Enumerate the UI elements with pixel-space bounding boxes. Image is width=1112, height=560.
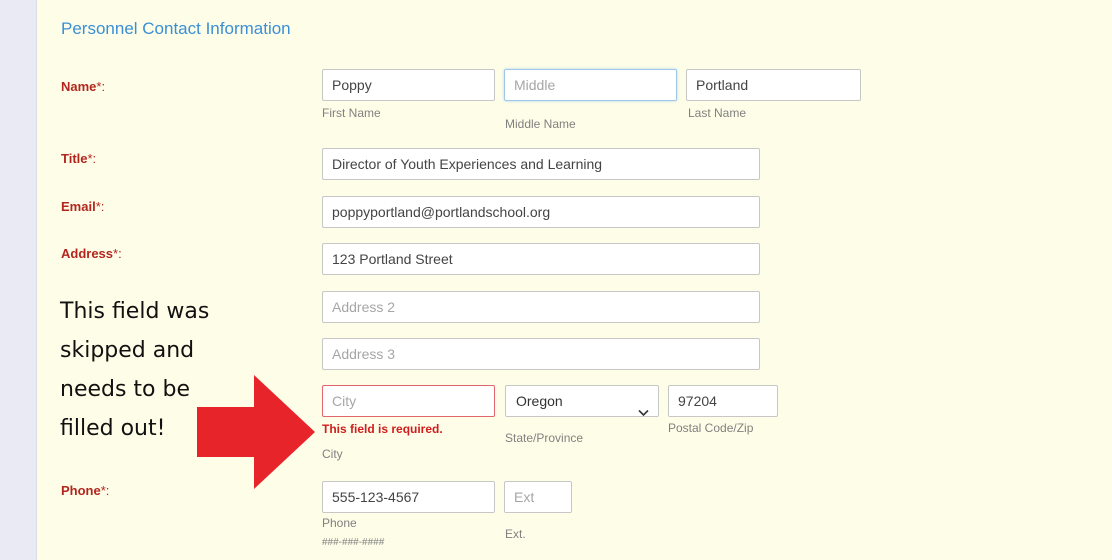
phone-ext-input[interactable] <box>504 481 572 513</box>
phone-label: Phone*: <box>61 483 110 498</box>
state-caption: State/Province <box>505 431 584 445</box>
section-title: Personnel Contact Information <box>61 19 291 38</box>
first-name-input[interactable] <box>322 69 495 101</box>
state-select[interactable]: Oregon <box>505 385 659 417</box>
last-name-input[interactable] <box>686 69 861 101</box>
phone-format-hint: ###-###-#### <box>322 537 385 548</box>
middle-name-input[interactable] <box>504 69 677 101</box>
name-label: Name*: <box>61 79 106 94</box>
phone-caption: Phone <box>322 516 357 530</box>
chevron-down-icon <box>638 397 649 427</box>
address-line1-input[interactable] <box>322 243 760 275</box>
right-arrow-icon <box>197 375 317 495</box>
first-name-caption: First Name <box>322 106 381 120</box>
title-label: Title*: <box>61 151 97 166</box>
zip-caption: Postal Code/Zip <box>668 421 754 435</box>
last-name-caption: Last Name <box>688 106 747 120</box>
email-input[interactable] <box>322 196 760 228</box>
annotation-line: skipped and <box>60 338 195 363</box>
city-input[interactable] <box>322 385 495 417</box>
address-line2-input[interactable] <box>322 291 760 323</box>
zip-input[interactable] <box>668 385 778 417</box>
title-input[interactable] <box>322 148 760 180</box>
middle-name-caption: Middle Name <box>505 117 576 131</box>
city-error-message: This field is required. <box>322 422 443 436</box>
address-line3-input[interactable] <box>322 338 760 370</box>
state-select-value: Oregon <box>516 393 563 409</box>
annotation-line: This field was <box>60 299 210 324</box>
left-sidebar-strip <box>0 0 37 560</box>
phone-input[interactable] <box>322 481 495 513</box>
city-caption: City <box>322 447 343 461</box>
address-label: Address*: <box>61 246 122 261</box>
ext-caption: Ext. <box>505 527 526 541</box>
email-label: Email*: <box>61 199 105 214</box>
